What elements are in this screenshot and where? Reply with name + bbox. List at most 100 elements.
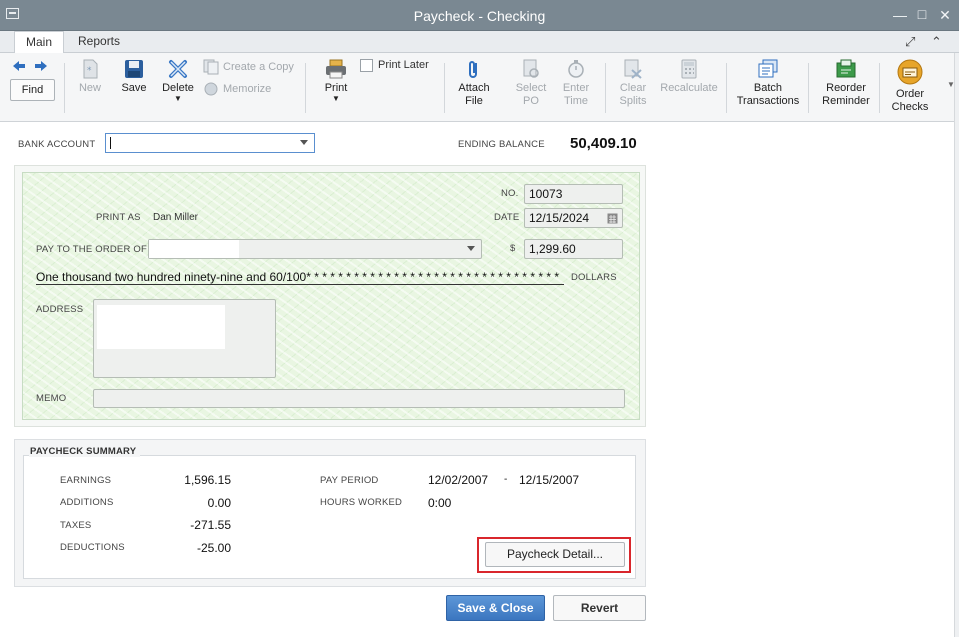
window-title: Paycheck - Checking <box>413 8 546 24</box>
save-label: Save <box>121 82 147 94</box>
hours-worked-label: HOURS WORKED <box>320 497 403 508</box>
print-later-checkbox[interactable] <box>360 59 373 72</box>
paperclip-icon <box>469 61 477 78</box>
select-po-icon <box>523 59 539 78</box>
calculator-icon <box>681 59 697 79</box>
delete-dropdown-icon: ▼ <box>174 94 182 103</box>
tab-strip: Main Reports ⤢ ⌃ <box>0 31 959 54</box>
clear-splits-label-1: Clear <box>619 82 647 94</box>
print-dropdown-icon: ▼ <box>332 94 340 103</box>
attach-label-2: File <box>465 95 483 107</box>
calendar-icon[interactable] <box>607 212 618 224</box>
earnings-label: EARNINGS <box>60 475 112 486</box>
ending-balance-value: 50,409.10 <box>570 135 637 152</box>
date-field[interactable]: 12/15/2024 <box>524 208 623 228</box>
batch-label-1: Batch <box>753 82 783 94</box>
create-copy-label: Create a Copy <box>223 61 294 73</box>
revert-button[interactable]: Revert <box>553 595 646 621</box>
text-cursor <box>110 137 111 149</box>
redacted-address <box>97 305 225 349</box>
attach-file-button[interactable]: Attach File <box>454 59 494 108</box>
new-label: New <box>78 82 101 94</box>
tab-reports[interactable]: Reports <box>67 31 131 53</box>
delete-label: Delete <box>162 82 194 94</box>
taxes-label: TAXES <box>60 520 92 531</box>
collapse-toolbar-icon[interactable]: ⌃ <box>931 34 942 50</box>
print-button[interactable]: Print ▼ <box>320 59 352 103</box>
save-and-close-button[interactable]: Save & Close <box>446 595 545 621</box>
reorder-label-2: Reminder <box>822 95 870 107</box>
order-checks-button[interactable]: Order Checks <box>886 59 934 114</box>
enter-time-label-2: Time <box>563 95 589 107</box>
print-later-label: Print Later <box>378 59 429 71</box>
date-label: DATE <box>494 212 520 223</box>
attach-label-1: Attach <box>458 82 490 94</box>
address-field[interactable] <box>93 299 276 378</box>
amount-field[interactable]: 1,299.60 <box>524 239 623 259</box>
ending-balance-label: ENDING BALANCE <box>458 139 545 150</box>
memorize-icon <box>204 82 218 96</box>
recalculate-button[interactable]: Recalculate <box>658 59 720 95</box>
select-po-label-1: Select <box>515 82 547 94</box>
separator <box>879 63 880 113</box>
clear-splits-button[interactable]: Clear Splits <box>616 59 650 108</box>
recalculate-label: Recalculate <box>660 82 718 94</box>
stopwatch-icon <box>568 60 584 78</box>
memo-field[interactable] <box>93 389 625 408</box>
clear-splits-label-2: Splits <box>619 95 647 107</box>
batch-transactions-button[interactable]: Batch Transactions <box>736 59 800 108</box>
find-button[interactable]: Find <box>10 79 55 101</box>
reorder-label-1: Reorder <box>826 82 866 94</box>
order-checks-label-2: Checks <box>891 101 929 113</box>
maximize-icon[interactable]: □ <box>914 6 930 22</box>
title-bar: Paycheck - Checking — □ ✕ <box>0 0 959 31</box>
hours-worked-value: 0:00 <box>428 496 452 510</box>
chevron-down-icon <box>300 140 308 145</box>
print-as-label: PRINT AS <box>96 212 141 223</box>
delete-button[interactable]: Delete ▼ <box>160 59 196 103</box>
tab-main[interactable]: Main <box>14 31 65 54</box>
paycheck-detail-button[interactable]: Paycheck Detail... <box>485 542 625 567</box>
pay-period-separator: - <box>504 474 508 485</box>
previous-arrow-icon[interactable] <box>12 60 26 75</box>
delete-x-icon <box>169 60 187 78</box>
copy-icon <box>203 59 219 75</box>
chevron-down-icon <box>467 246 475 251</box>
reorder-reminder-button[interactable]: Reorder Reminder <box>818 59 874 108</box>
taxes-value: -271.55 <box>190 518 231 532</box>
close-icon[interactable]: ✕ <box>937 7 953 24</box>
additions-value: 0.00 <box>207 496 231 510</box>
reorder-reminder-icon <box>836 59 856 78</box>
select-po-button[interactable]: Select PO <box>514 59 548 108</box>
redacted-payee <box>149 240 239 258</box>
save-button[interactable]: Save <box>118 59 150 95</box>
date-value: 12/15/2024 <box>529 211 590 225</box>
select-po-label-2: PO <box>523 95 539 107</box>
new-button[interactable]: * New <box>76 59 104 95</box>
printer-icon <box>326 59 346 79</box>
separator <box>64 63 65 113</box>
separator <box>305 63 306 113</box>
bank-account-dropdown[interactable] <box>105 133 315 153</box>
earnings-value: 1,596.15 <box>184 473 231 487</box>
check-number-field[interactable]: 10073 <box>524 184 623 204</box>
payee-dropdown[interactable] <box>148 239 482 259</box>
memorize-button[interactable]: Memorize <box>203 81 283 97</box>
new-document-icon: * <box>83 59 98 79</box>
expand-icon[interactable]: ⤢ <box>905 34 915 50</box>
minimize-icon[interactable]: — <box>892 7 908 23</box>
bank-account-label: BANK ACCOUNT <box>18 139 96 150</box>
pay-period-label: PAY PERIOD <box>320 475 379 486</box>
window-right-border <box>954 53 959 637</box>
check-number-label: NO. <box>501 188 519 199</box>
dollars-label: DOLLARS <box>571 272 617 283</box>
separator <box>808 63 809 113</box>
paycheck-summary-title: PAYCHECK SUMMARY <box>29 446 141 457</box>
create-copy-button[interactable]: Create a Copy <box>203 59 299 75</box>
currency-symbol: $ <box>510 243 516 254</box>
pay-period-start: 12/02/2007 <box>428 473 489 487</box>
next-arrow-icon[interactable] <box>34 60 48 75</box>
enter-time-button[interactable]: Enter Time <box>559 59 593 108</box>
deductions-value: -25.00 <box>196 541 231 555</box>
memo-label: MEMO <box>36 393 67 404</box>
